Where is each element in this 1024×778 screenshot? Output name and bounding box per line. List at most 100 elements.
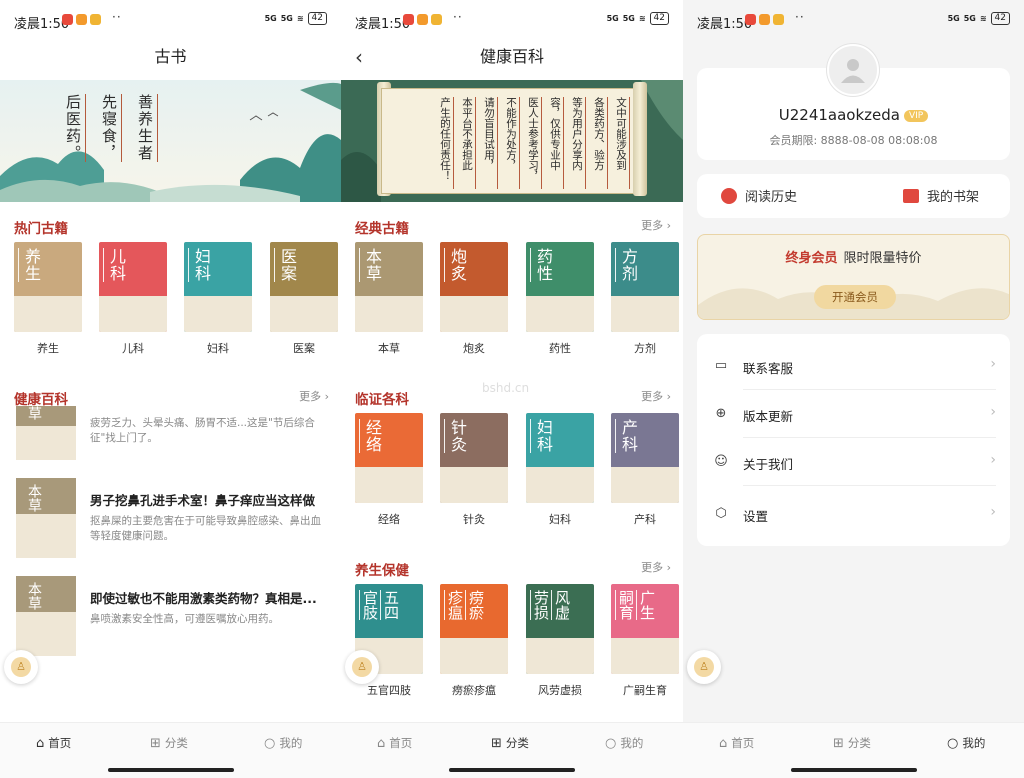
status-right: 5G 5G ≋ 42: [948, 12, 1010, 25]
user-icon: ○: [264, 735, 276, 751]
book-cover-title: 方剂: [615, 248, 638, 282]
status-right: 5G 5G ≋ 42: [607, 12, 669, 25]
book-cover: 本草: [355, 242, 423, 332]
book-yaoxing[interactable]: 药性 药性: [526, 242, 594, 356]
page-title: 健康百科: [479, 47, 544, 66]
section-title: 临证各科: [355, 392, 409, 408]
more-link[interactable]: 更多 ›: [641, 388, 671, 404]
menu-item-settings[interactable]: ⬡ 设置 ›: [697, 490, 1010, 538]
tab-label: 首页: [731, 736, 755, 750]
book-yangsheng[interactable]: 养生 养生: [14, 242, 82, 356]
book-guangsi[interactable]: 广生 嗣育 广嗣生育: [611, 584, 679, 698]
book-fuke[interactable]: 妇科 妇科: [184, 242, 252, 356]
list-item[interactable]: 本草 男子挖鼻孔进手术室！鼻子痒应当这样做 抠鼻屎的主要危害在于可能导致鼻腔感染…: [16, 478, 332, 560]
vip-subtitle: 限时限量特价: [843, 251, 922, 266]
book-fangji[interactable]: 方剂 方剂: [611, 242, 679, 356]
cover-art: [526, 638, 594, 674]
app-icon: [759, 14, 770, 25]
tab-home[interactable]: ⌂ 首页: [377, 735, 412, 751]
list-item[interactable]: 草 疲劳乏力、头晕头痛、肠胃不适...这是"节后综合征"找上门了。: [16, 406, 332, 462]
tab-home[interactable]: ⌂ 首页: [719, 735, 754, 751]
bookshelf-label: 我的书架: [927, 190, 980, 205]
book-label: 妇科: [207, 342, 229, 355]
more-link[interactable]: 更多 ›: [641, 559, 671, 575]
cover-art: [270, 296, 338, 332]
book-cover-title: 本草: [359, 248, 382, 282]
wifi-icon: ≋: [296, 13, 304, 23]
home-icon: ⌂: [719, 735, 728, 751]
tab-mine[interactable]: ○ 我的: [264, 735, 302, 751]
book-label: 医案: [293, 342, 315, 355]
tab-category[interactable]: ⊞ 分类: [491, 735, 529, 751]
menu-item-contact[interactable]: ▭ 联系客服 ›: [697, 342, 1010, 390]
list-item[interactable]: 本草 即使过敏也不能用激素类药物？真相是... 鼻喷激素安全性高，可遵医嘱放心用…: [16, 576, 332, 658]
battery-icon: 42: [307, 12, 327, 25]
bookshelf-button[interactable]: 我的书架: [903, 186, 979, 205]
more-link[interactable]: 更多 ›: [641, 217, 671, 233]
section-title-hot: 热门古籍: [14, 221, 68, 237]
banner-poem: 善养生者 先寝食， 后医药。: [64, 94, 158, 162]
home-indicator: [449, 768, 575, 772]
vip-promo-card[interactable]: 终身会员 限时限量特价 开通会员: [697, 234, 1010, 320]
signal-icon: 5G: [622, 13, 635, 23]
reading-history-button[interactable]: 阅读历史: [721, 186, 797, 205]
notice-scroll: 文中可能涉及到 各类药方、验方 等为用户分享内 容，仅供专业中 医人士参考学习，…: [381, 88, 641, 194]
menu-item-update[interactable]: ⊕ 版本更新 ›: [697, 390, 1010, 438]
avatar[interactable]: [827, 44, 879, 96]
battery-icon: 42: [990, 12, 1010, 25]
tab-home[interactable]: ⌂ 首页: [36, 735, 71, 751]
cover-art: [355, 467, 423, 503]
signal-icon: 5G: [963, 13, 976, 23]
quick-actions: 阅读历史 我的书架: [697, 174, 1010, 218]
cover-art: [14, 296, 82, 332]
book-cover: 妇科: [184, 242, 252, 332]
book-jingluo[interactable]: 经络 经络: [355, 413, 423, 527]
book-fengxu[interactable]: 风虚 劳损 风劳虚损: [526, 584, 594, 698]
book-label: 妇科: [549, 513, 571, 526]
book-cover-title: 广生 嗣育: [615, 590, 656, 620]
book-laoyu[interactable]: 痨瘀 疹瘟 痨瘀疹瘟: [440, 584, 508, 698]
home-banner[interactable]: 善养生者 先寝食， 后医药。: [0, 80, 341, 202]
tab-mine[interactable]: ○ 我的: [947, 735, 985, 751]
book-cover-title: 养生: [18, 248, 41, 282]
menu-item-about[interactable]: ☺ 关于我们 ›: [697, 438, 1010, 486]
app-icon: [76, 14, 87, 25]
back-icon[interactable]: ‹: [355, 42, 363, 72]
book-erke[interactable]: 儿科 儿科: [99, 242, 167, 356]
status-bar: 凌晨1:50 ·· 5G 5G ≋ 42: [341, 0, 683, 40]
cover-column: 劳损: [530, 590, 550, 620]
book-yian[interactable]: 医案 医案: [270, 242, 338, 356]
book-zhenjiu[interactable]: 针灸 针灸: [440, 413, 508, 527]
grid-icon: ⊞: [150, 735, 161, 751]
book-paozhi[interactable]: 炮炙 炮炙: [440, 242, 508, 356]
tab-category[interactable]: ⊞ 分类: [150, 735, 188, 751]
cover-art: [611, 638, 679, 674]
book-chanke[interactable]: 产科 产科: [611, 413, 679, 527]
tab-label: 分类: [847, 736, 871, 750]
user-icon: ☺: [714, 454, 728, 469]
open-vip-button[interactable]: 开通会员: [814, 285, 896, 309]
book-label: 产科: [634, 513, 656, 526]
thumb-art: [16, 514, 76, 558]
more-label: 更多: [641, 561, 664, 574]
float-assist-button[interactable]: ♙: [4, 650, 38, 684]
book-cover: 产科: [611, 413, 679, 503]
float-assist-button[interactable]: ♙: [345, 650, 379, 684]
wifi-icon: ≋: [638, 13, 646, 23]
book-cover-title: 炮炙: [444, 248, 467, 282]
float-assist-button[interactable]: ♙: [687, 650, 721, 684]
book-label: 痨瘀疹瘟: [452, 684, 496, 697]
poem-line: 先寝食，: [100, 94, 122, 162]
section-title: 经典古籍: [355, 221, 409, 237]
menu-label: 联系客服: [743, 361, 794, 376]
book-fuke[interactable]: 妇科 妇科: [526, 413, 594, 527]
cover-column: 嗣育: [615, 590, 635, 620]
tab-category[interactable]: ⊞ 分类: [833, 735, 871, 751]
book-bencao[interactable]: 本草 本草: [355, 242, 423, 356]
more-link[interactable]: 更多 ›: [299, 388, 329, 404]
status-app-icons: [745, 14, 784, 25]
cover-art: [526, 296, 594, 332]
tab-mine[interactable]: ○ 我的: [605, 735, 643, 751]
book-cover-title: 五四 官肢: [359, 590, 400, 620]
more-label: 更多: [641, 390, 664, 403]
